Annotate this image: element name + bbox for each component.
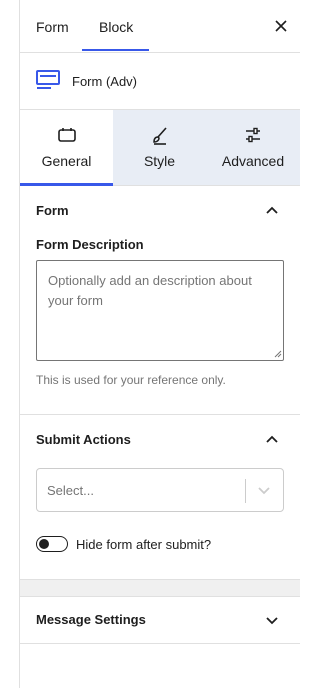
- tab-advanced[interactable]: Advanced: [206, 110, 300, 185]
- editor-left-edge: [0, 0, 20, 688]
- form-section-toggle[interactable]: Form: [20, 186, 300, 234]
- brush-icon: [152, 127, 167, 145]
- chevron-down-icon: [266, 617, 278, 625]
- sliders-icon: [246, 127, 260, 143]
- section-divider: [20, 643, 300, 644]
- close-icon: [275, 20, 287, 32]
- resize-handle-icon[interactable]: [274, 350, 282, 358]
- hide-form-toggle-label: Hide form after submit?: [76, 537, 212, 552]
- form-description-help: This is used for your reference only.: [36, 373, 226, 387]
- tab-form[interactable]: Form: [36, 19, 69, 35]
- submit-actions-section-toggle[interactable]: Submit Actions: [20, 415, 300, 463]
- chevron-up-icon: [266, 435, 278, 443]
- submit-actions-title: Submit Actions: [36, 432, 131, 447]
- chevron-down-icon[interactable]: [256, 482, 272, 498]
- close-sidebar-button[interactable]: [272, 17, 290, 35]
- tab-advanced-label: Advanced: [221, 153, 285, 169]
- tab-general-label: General: [41, 153, 92, 169]
- message-settings-title: Message Settings: [36, 612, 146, 627]
- message-settings-section-toggle[interactable]: Message Settings: [20, 595, 300, 643]
- chevron-up-icon: [266, 206, 278, 214]
- hide-form-toggle[interactable]: [36, 536, 68, 552]
- block-settings-sidebar: Form Block Form (Adv) General Style Adva…: [20, 0, 300, 688]
- sidebar-header-tabs: Form Block: [20, 0, 300, 53]
- form-description-label: Form Description: [36, 237, 144, 252]
- toggle-knob: [39, 539, 49, 549]
- submit-actions-select[interactable]: Select...: [36, 468, 284, 512]
- form-description-textarea[interactable]: [36, 260, 284, 361]
- form-block-icon: [36, 70, 60, 89]
- block-card: Form (Adv): [20, 53, 300, 110]
- tab-style-label: Style: [143, 153, 176, 169]
- select-placeholder: Select...: [47, 483, 94, 498]
- active-tab-indicator: [82, 49, 149, 51]
- block-title: Form (Adv): [72, 74, 137, 89]
- select-separator: [245, 479, 246, 503]
- form-section-title: Form: [36, 203, 69, 218]
- tab-general[interactable]: General: [20, 110, 113, 186]
- tab-block[interactable]: Block: [99, 19, 133, 35]
- settings-tabs: General Style Advanced: [20, 110, 300, 186]
- general-icon: [57, 128, 76, 142]
- tab-style[interactable]: Style: [113, 110, 206, 185]
